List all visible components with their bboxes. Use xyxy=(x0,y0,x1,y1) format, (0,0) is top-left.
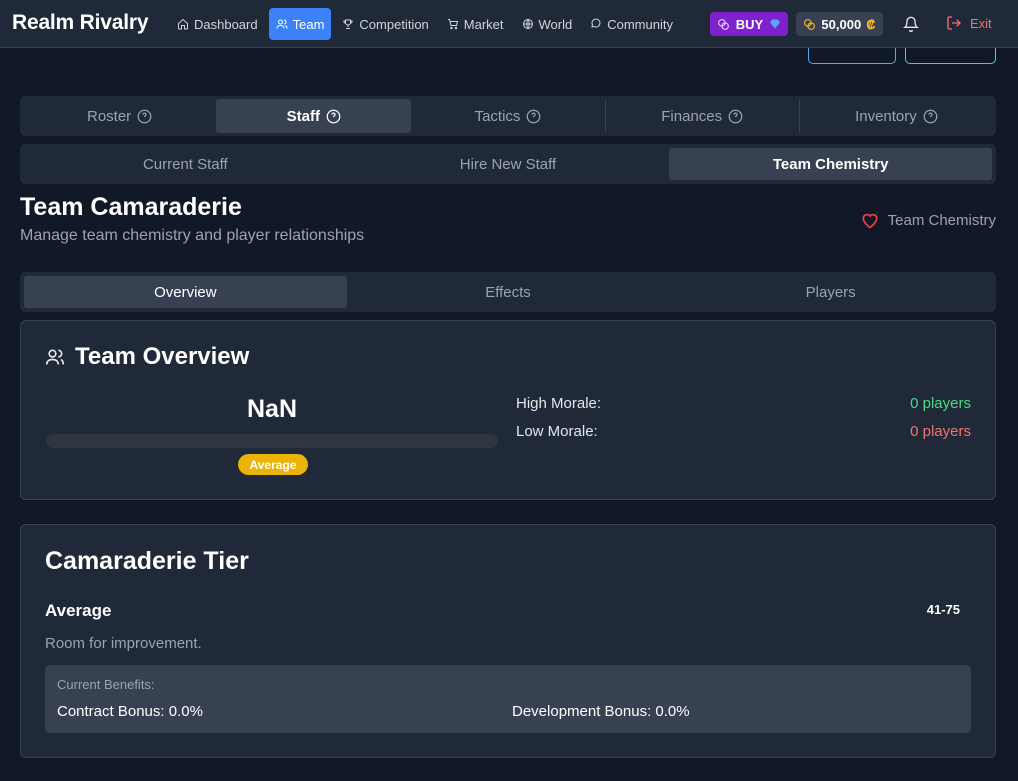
nav-community[interactable]: Community xyxy=(583,8,680,40)
team-overview-heading: Team Overview xyxy=(45,343,249,371)
buy-label: BUY xyxy=(735,16,764,32)
exit-label: Exit xyxy=(970,15,992,31)
team-overview-title: Team Overview xyxy=(75,343,250,370)
chemistry-tabs: Overview Effects Players xyxy=(20,272,996,312)
tab-team-chemistry[interactable]: Team Chemistry xyxy=(669,148,993,180)
tab-finances[interactable]: Finances xyxy=(606,99,800,133)
development-bonus: Development Bonus: 0.0% xyxy=(512,703,690,720)
high-morale-row: High Morale: 0 players xyxy=(516,395,971,412)
contract-bonus: Contract Bonus: 0.0% xyxy=(57,703,203,720)
tab-players[interactable]: Players xyxy=(669,276,992,308)
help-icon[interactable] xyxy=(326,109,341,124)
nav-community-label: Community xyxy=(607,16,673,32)
high-morale-label: High Morale: xyxy=(516,395,602,412)
gem-icon xyxy=(770,19,781,29)
users-icon xyxy=(45,349,65,365)
high-morale-value: 0 players xyxy=(910,395,971,412)
tab-roster[interactable]: Roster xyxy=(23,99,218,133)
nav-dashboard-label: Dashboard xyxy=(194,16,258,32)
nav-market-label: Market xyxy=(463,16,504,32)
low-morale-row: Low Morale: 0 players xyxy=(516,423,971,440)
page-title: Team Camaraderie xyxy=(20,193,242,221)
camaraderie-tier-card: Camaraderie Tier Average 41-75 Room for … xyxy=(20,524,996,758)
tab-hire-new-staff[interactable]: Hire New Staff xyxy=(347,148,670,180)
logout-icon xyxy=(947,16,961,30)
tab-overview[interactable]: Overview xyxy=(24,276,347,308)
nav-team[interactable]: Team xyxy=(268,8,332,40)
trophy-icon xyxy=(343,19,353,29)
tier-name: Average xyxy=(45,601,112,620)
low-morale-label: Low Morale: xyxy=(516,423,598,440)
staff-sub-tabs: Current Staff Hire New Staff Team Chemis… xyxy=(20,144,996,184)
current-benefits-panel: Current Benefits: Contract Bonus: 0.0% D… xyxy=(45,665,971,733)
globe-icon xyxy=(522,19,533,29)
tab-effects[interactable]: Effects xyxy=(347,276,670,308)
buy-gems-button[interactable]: BUY xyxy=(710,12,788,36)
camaraderie-tier-title: Camaraderie Tier xyxy=(45,547,249,575)
nav-world[interactable]: World xyxy=(515,8,580,40)
help-icon[interactable] xyxy=(137,109,152,124)
credits-balance: 50,000 ₡ xyxy=(796,12,883,36)
nav-dashboard[interactable]: Dashboard xyxy=(170,8,265,40)
tab-staff[interactable]: Staff xyxy=(217,99,412,133)
nav-competition-label: Competition xyxy=(359,16,429,32)
chat-icon xyxy=(591,18,601,28)
tab-finances-label: Finances xyxy=(661,107,723,125)
page-subtitle: Manage team chemistry and player relatio… xyxy=(20,227,365,244)
low-morale-value: 0 players xyxy=(910,423,971,440)
tab-roster-label: Roster xyxy=(87,107,132,125)
credits-value: 50,000 xyxy=(821,16,862,32)
nav-team-label: Team xyxy=(292,16,325,32)
tier-description: Room for improvement. xyxy=(45,635,202,652)
team-main-tabs: Roster Staff Tactics Finances Inventory xyxy=(20,96,996,136)
nav-competition[interactable]: Competition xyxy=(335,8,435,40)
exit-button[interactable]: Exit xyxy=(946,15,992,31)
team-chemistry-link[interactable]: Team Chemistry xyxy=(860,210,996,230)
bell-icon[interactable] xyxy=(903,16,919,32)
tab-inventory[interactable]: Inventory xyxy=(800,99,993,133)
team-overview-card: Team Overview NaN Average High Morale: 0… xyxy=(20,320,996,500)
top-navigation-bar: Realm Rivalry Dashboard Team Competition… xyxy=(0,0,1018,48)
main-nav: Dashboard Team Competition Market World … xyxy=(170,8,680,40)
brand-logo[interactable]: Realm Rivalry xyxy=(12,11,149,35)
nav-world-label: World xyxy=(538,16,573,32)
status-badge: Average xyxy=(238,454,308,475)
nav-market[interactable]: Market xyxy=(440,8,511,40)
camaraderie-progress-bar xyxy=(46,434,498,448)
tab-current-staff[interactable]: Current Staff xyxy=(24,148,347,180)
home-icon xyxy=(178,18,188,30)
help-icon[interactable] xyxy=(728,109,743,124)
tab-tactics[interactable]: Tactics xyxy=(411,99,606,133)
users-icon xyxy=(276,19,288,29)
heart-icon xyxy=(862,213,878,229)
coins-icon xyxy=(717,18,729,30)
cart-icon xyxy=(447,19,458,30)
benefits-label: Current Benefits: xyxy=(57,677,155,692)
help-icon[interactable] xyxy=(526,109,541,124)
tab-staff-label: Staff xyxy=(286,107,320,125)
camaraderie-score: NaN xyxy=(246,395,297,423)
coins-icon xyxy=(804,18,816,30)
tier-range: 41-75 xyxy=(926,602,960,617)
tab-tactics-label: Tactics xyxy=(474,107,521,125)
help-icon[interactable] xyxy=(923,109,938,124)
credits-symbol: ₡ xyxy=(866,16,876,32)
tab-inventory-label: Inventory xyxy=(855,107,917,125)
team-chemistry-link-label: Team Chemistry xyxy=(887,211,996,229)
